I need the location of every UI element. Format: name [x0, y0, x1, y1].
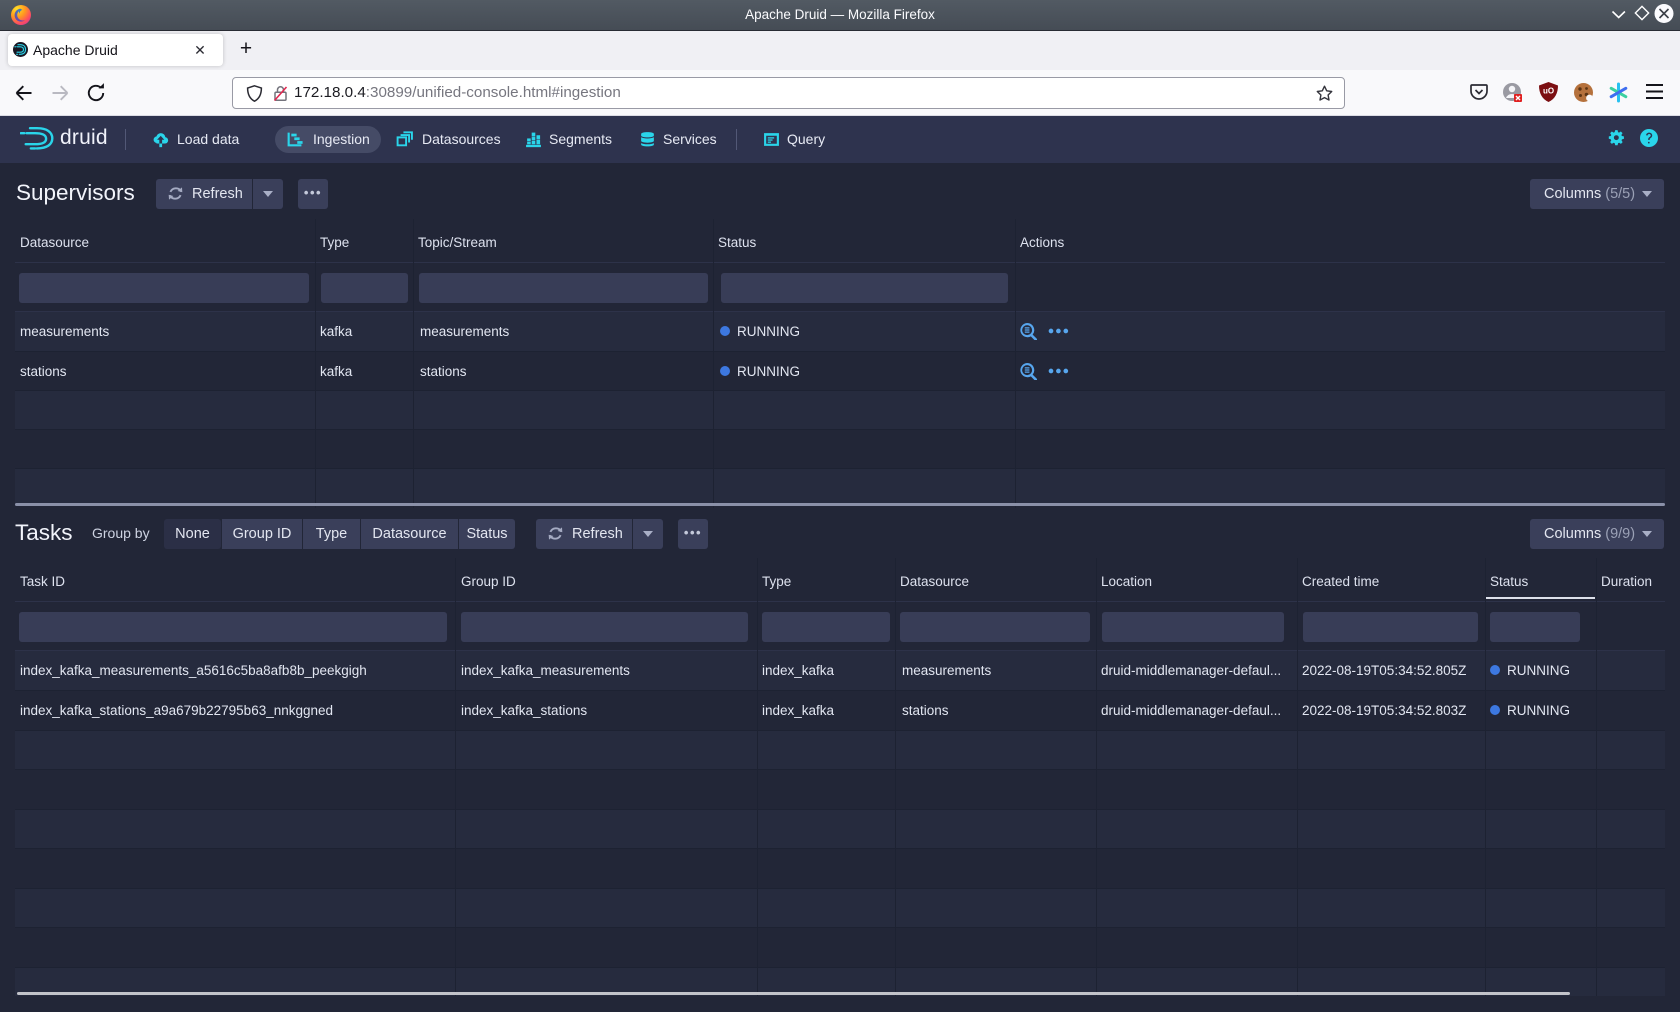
svg-text:uO: uO	[1543, 87, 1554, 96]
